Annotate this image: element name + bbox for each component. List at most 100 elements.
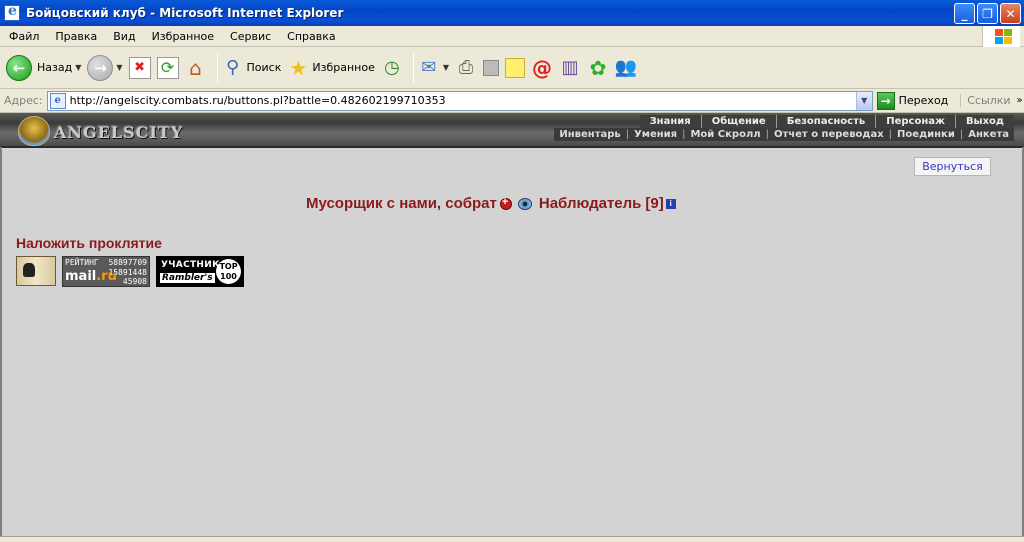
- search-label: Поиск: [246, 61, 282, 74]
- game-header: ANGELSCITY Знания Общение Безопасность П…: [0, 113, 1024, 148]
- status-bar: [0, 536, 1024, 542]
- main-nav: Знания Общение Безопасность Персонаж Вых…: [639, 115, 1014, 128]
- ie-icon: [4, 3, 20, 21]
- menu-file[interactable]: Файл: [0, 30, 46, 43]
- mailru-domain: .ru: [96, 269, 117, 284]
- return-button[interactable]: Вернуться: [914, 157, 991, 176]
- nav-battles[interactable]: Поединки: [892, 128, 960, 141]
- favorites-label: Избранное: [312, 61, 375, 74]
- favorites-button[interactable]: ★ Избранное: [287, 55, 375, 80]
- mailru-rating-label: РЕЙТИНГ: [65, 258, 99, 267]
- stop-button[interactable]: ✖: [128, 56, 151, 79]
- address-url: http://angelscity.combats.ru/buttons.pl?…: [69, 94, 446, 107]
- mail-icon: ✉: [421, 57, 437, 78]
- nav-communication[interactable]: Общение: [700, 115, 776, 128]
- nav-transfer-report[interactable]: Отчет о переводах: [769, 128, 889, 141]
- menu-view[interactable]: Вид: [104, 30, 142, 43]
- mailru-logo: mail.ru: [65, 269, 117, 284]
- curse-icon: [499, 196, 512, 210]
- rambler-participant-label: УЧАСТНИК: [161, 260, 220, 270]
- forward-arrow-icon: →: [87, 54, 114, 81]
- nav-security[interactable]: Безопасность: [775, 115, 876, 128]
- back-label: Назад: [37, 61, 73, 74]
- edit-icon: [483, 59, 499, 76]
- history-button[interactable]: ◷: [381, 57, 403, 79]
- forward-dropdown-icon[interactable]: ▼: [116, 63, 122, 72]
- printer-icon: ⎙: [458, 57, 474, 78]
- page-icon: e: [49, 92, 66, 109]
- links-label[interactable]: Ссылки: [960, 94, 1011, 107]
- nav-exit[interactable]: Выход: [954, 115, 1014, 128]
- maximize-button[interactable]: ❐: [977, 3, 998, 24]
- nav-profile[interactable]: Анкета: [963, 128, 1014, 141]
- forward-button[interactable]: → ▼: [87, 54, 123, 81]
- nav-character[interactable]: Персонаж: [875, 115, 955, 128]
- observer-level: [9]: [645, 195, 664, 212]
- top100-badge-line2: 100: [220, 272, 237, 281]
- home-icon: ⌂: [189, 55, 202, 80]
- menu-help[interactable]: Справка: [278, 30, 342, 43]
- sub-nav: Инвентарь | Умения | Мой Скролл | Отчет …: [554, 128, 1014, 141]
- mailru-rating-counter[interactable]: РЕЙТИНГ 58897709 15891448 45908 mail.ru: [62, 256, 150, 287]
- links-chevron-icon[interactable]: »: [1017, 95, 1023, 106]
- search-icon: ⚲: [225, 57, 240, 78]
- standard-toolbar: ← Назад ▼ → ▼ ✖ ⟳ ⌂ ⚲ Поиск ★ Избранное …: [0, 47, 1024, 89]
- back-button[interactable]: ← Назад ▼: [6, 54, 81, 81]
- go-button[interactable]: → Переход: [876, 91, 949, 110]
- counter-badges: РЕЙТИНГ 58897709 15891448 45908 mail.ru …: [16, 256, 244, 287]
- rambler-top100-counter[interactable]: УЧАСТНИК Rambler's TOP 100: [156, 256, 244, 287]
- close-button[interactable]: ✕: [1000, 3, 1021, 24]
- nav-my-scroll[interactable]: Мой Скролл: [685, 128, 765, 141]
- curse-heading: Наложить проклятие: [16, 235, 162, 251]
- history-icon: ◷: [383, 57, 400, 78]
- address-bar: Адрес: e http://angelscity.combats.ru/bu…: [0, 89, 1024, 113]
- toolbar-separator: [216, 52, 218, 83]
- notes-button[interactable]: [505, 57, 525, 78]
- window-left-border: [0, 147, 2, 536]
- site-logo: ANGELSCITY: [54, 123, 184, 142]
- windows-logo-icon: [982, 26, 1020, 47]
- back-dropdown-icon[interactable]: ▼: [75, 63, 81, 72]
- nav-knowledge[interactable]: Знания: [640, 115, 701, 128]
- stop-icon: ✖: [128, 56, 151, 79]
- go-label: Переход: [898, 94, 949, 107]
- mailru-brand: mail: [65, 269, 97, 284]
- scroll-icon[interactable]: [16, 256, 56, 286]
- icq-button[interactable]: ✿: [587, 55, 609, 80]
- mail-dropdown-icon[interactable]: ▼: [443, 63, 449, 72]
- menu-favorites[interactable]: Избранное: [143, 30, 221, 43]
- angelscity-emblem-icon: [18, 116, 50, 146]
- icq-flower-icon: ✿: [589, 55, 607, 80]
- refresh-button[interactable]: ⟳: [156, 56, 179, 79]
- minimize-button[interactable]: _: [954, 3, 975, 24]
- rambler-logo: Rambler's: [160, 273, 215, 283]
- nav-skills[interactable]: Умения: [629, 128, 682, 141]
- address-label: Адрес:: [4, 94, 43, 107]
- messenger-icon: 👥: [614, 57, 638, 78]
- menu-edit[interactable]: Правка: [46, 30, 104, 43]
- favorites-star-icon: ★: [289, 55, 308, 80]
- player-name[interactable]: Мусорщик с нами, собрат: [306, 195, 497, 212]
- info-icon[interactable]: i: [665, 198, 676, 209]
- mail-button[interactable]: ✉ ▼: [418, 57, 449, 79]
- address-input[interactable]: e http://angelscity.combats.ru/buttons.p…: [46, 90, 873, 111]
- messenger-button[interactable]: 👥: [615, 57, 637, 79]
- nav-inventory[interactable]: Инвентарь: [554, 128, 625, 141]
- at-sign-icon: @: [532, 55, 552, 80]
- refresh-icon: ⟳: [156, 56, 179, 79]
- search-button[interactable]: ⚲ Поиск: [222, 57, 282, 79]
- toolbar-separator: [412, 52, 414, 83]
- mailru-count-3: 45908: [122, 277, 147, 286]
- home-button[interactable]: ⌂: [185, 55, 207, 80]
- mailru-agent-button[interactable]: @: [531, 55, 553, 80]
- observer-label[interactable]: Наблюдатель: [539, 195, 642, 212]
- research-button[interactable]: ▥: [559, 57, 581, 79]
- print-button[interactable]: ⎙: [455, 57, 477, 79]
- notes-icon: [505, 57, 525, 78]
- menu-tools[interactable]: Сервис: [221, 30, 278, 43]
- top100-badge-line1: TOP: [219, 262, 238, 271]
- address-dropdown-icon[interactable]: ▼: [855, 91, 872, 110]
- window-title-bar: Бойцовский клуб - Microsoft Internet Exp…: [0, 0, 1024, 26]
- edit-button[interactable]: [483, 59, 499, 76]
- top100-badge: TOP 100: [216, 259, 241, 284]
